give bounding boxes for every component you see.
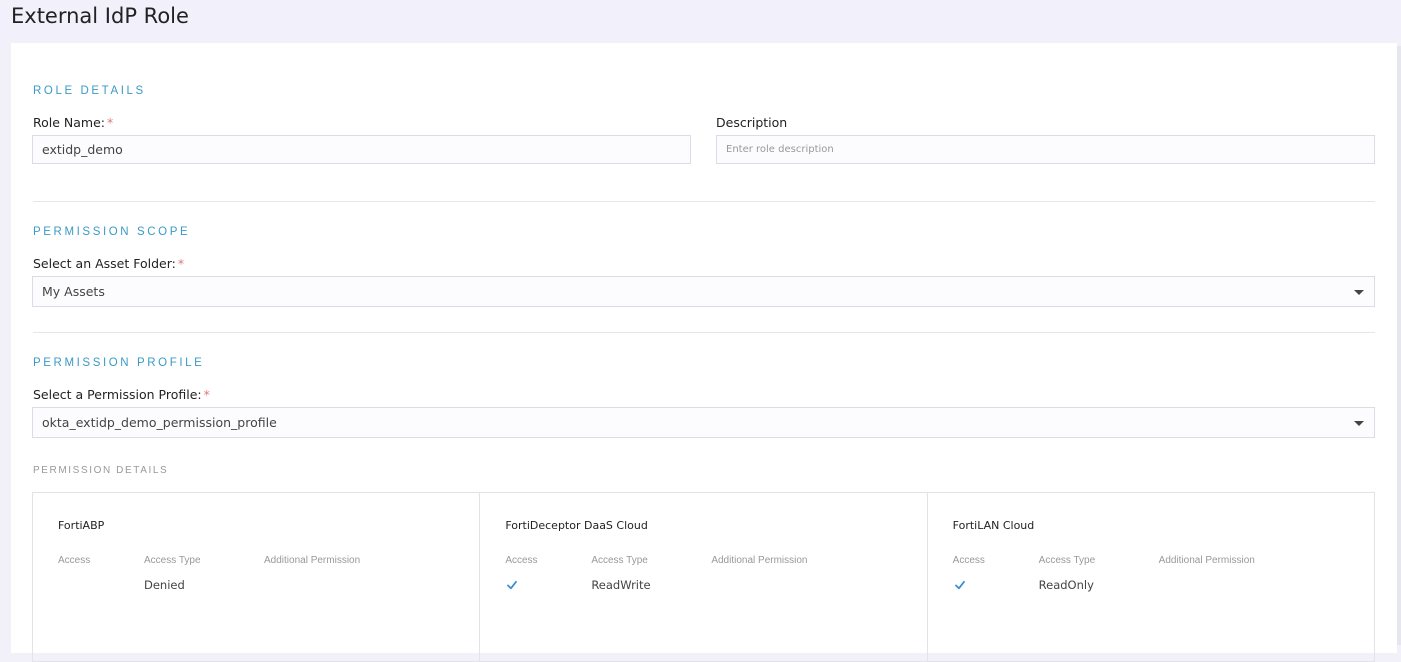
product-name: FortiDeceptor DaaS Cloud bbox=[505, 519, 648, 532]
access-type-column-header: Access Type bbox=[144, 555, 201, 566]
permission-details-title: PERMISSION DETAILS bbox=[33, 465, 169, 476]
page-title: External IdP Role bbox=[11, 4, 189, 28]
product-name: FortiABP bbox=[58, 519, 105, 532]
section-divider bbox=[33, 332, 1375, 333]
check-icon bbox=[507, 580, 518, 590]
access-type-column-header: Access Type bbox=[591, 555, 648, 566]
description-label: Description bbox=[716, 115, 788, 130]
permission-profile-label: Select a Permission Profile: * bbox=[33, 387, 210, 402]
role-name-input[interactable]: extidp_demo bbox=[32, 135, 691, 164]
required-mark: * bbox=[107, 115, 114, 130]
chevron-down-icon bbox=[1354, 421, 1364, 426]
asset-folder-label: Select an Asset Folder: * bbox=[33, 256, 184, 271]
access-type-value: ReadWrite bbox=[591, 578, 651, 592]
chevron-down-icon bbox=[1354, 290, 1364, 295]
access-column-header: Access bbox=[58, 555, 91, 566]
permission-profile-value: okta_extidp_demo_permission_profile bbox=[42, 415, 277, 430]
permission-card-fortiabp: FortiABP Access Access Type Additional P… bbox=[33, 493, 481, 661]
description-input[interactable]: Enter role description bbox=[716, 135, 1375, 164]
asset-folder-select[interactable]: My Assets bbox=[32, 276, 1375, 307]
role-name-value: extidp_demo bbox=[42, 142, 123, 157]
permission-card-fortilan: FortiLAN Cloud Access Access Type Additi… bbox=[928, 493, 1374, 661]
asset-folder-value: My Assets bbox=[42, 284, 105, 299]
section-divider bbox=[33, 201, 1375, 202]
asset-folder-label-text: Select an Asset Folder: bbox=[33, 256, 176, 271]
access-type-value: ReadOnly bbox=[1038, 578, 1094, 592]
role-name-label-text: Role Name: bbox=[33, 115, 105, 130]
additional-permission-column-header: Additional Permission bbox=[264, 555, 361, 566]
access-type-column-header: Access Type bbox=[1038, 555, 1096, 566]
additional-permission-column-header: Additional Permission bbox=[1158, 555, 1255, 566]
scrollbar[interactable] bbox=[1397, 46, 1401, 645]
check-icon bbox=[954, 580, 965, 590]
permission-profile-label-text: Select a Permission Profile: bbox=[33, 387, 202, 402]
permission-card-fortideceptor: FortiDeceptor DaaS Cloud Access Access T… bbox=[480, 493, 928, 661]
role-name-label: Role Name: * bbox=[33, 115, 113, 130]
page-header: External IdP Role bbox=[0, 0, 1401, 42]
permission-details-grid: FortiABP Access Access Type Additional P… bbox=[32, 492, 1375, 662]
access-column-header: Access bbox=[952, 555, 985, 566]
permission-profile-select[interactable]: okta_extidp_demo_permission_profile bbox=[32, 407, 1375, 438]
required-mark: * bbox=[203, 387, 210, 402]
required-mark: * bbox=[177, 256, 185, 271]
permission-scope-section-title: PERMISSION SCOPE bbox=[33, 226, 191, 238]
product-name: FortiLAN Cloud bbox=[952, 519, 1035, 532]
permission-profile-section-title: PERMISSION PROFILE bbox=[33, 357, 205, 369]
access-type-value: Denied bbox=[144, 578, 185, 592]
description-placeholder: Enter role description bbox=[726, 144, 834, 155]
access-column-header: Access bbox=[505, 555, 538, 566]
role-details-section-title: ROLE DETAILS bbox=[33, 85, 146, 97]
role-form: ROLE DETAILS Role Name: * extidp_demo Des… bbox=[11, 43, 1397, 662]
additional-permission-column-header: Additional Permission bbox=[711, 555, 808, 566]
